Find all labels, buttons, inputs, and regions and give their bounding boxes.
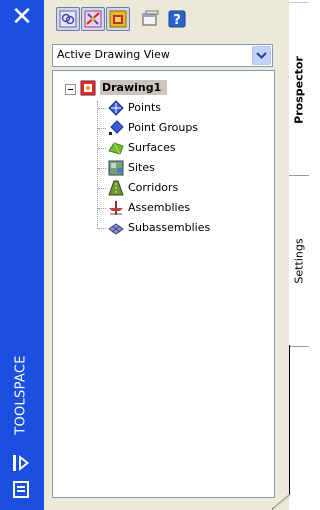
tab-prospector[interactable]: Prospector (289, 2, 309, 177)
resize-corner[interactable] (270, 480, 309, 510)
properties-button[interactable] (8, 480, 34, 500)
subassemblies-icon (108, 223, 124, 235)
tab-strip-edge (289, 345, 290, 495)
point-groups-icon (109, 120, 124, 135)
window-button[interactable] (138, 7, 162, 31)
corridors-icon (108, 180, 124, 196)
toolspace-window: ✕ TOOLSPACE ? Active Drawing View Drawin… (0, 0, 309, 510)
help-button[interactable]: ? (165, 7, 189, 31)
survey-button[interactable] (106, 7, 130, 31)
svg-text:?: ? (173, 13, 181, 28)
view-select[interactable]: Active Drawing View (52, 44, 273, 67)
surfaces-icon (108, 142, 124, 155)
properties-icon (13, 481, 29, 498)
points-icon (108, 100, 124, 116)
prospector-icon (84, 10, 102, 28)
help-icon: ? (168, 10, 186, 28)
drawing-icon (80, 80, 96, 96)
chevron-down-icon (256, 52, 267, 59)
close-button[interactable]: ✕ (5, 4, 39, 30)
toggle-icon (59, 10, 77, 28)
tab-settings[interactable]: Settings (289, 175, 309, 347)
tab-strip: Prospector Settings (289, 0, 309, 510)
view-select-value: Active Drawing View (57, 48, 170, 61)
tree-guide-line (97, 101, 98, 229)
dropdown-arrow-button[interactable] (252, 46, 271, 65)
prospector-button[interactable] (81, 7, 105, 31)
toggle-button[interactable] (56, 7, 80, 31)
sites-icon (108, 160, 124, 176)
survey-icon (109, 10, 127, 28)
auto-hide-button[interactable] (8, 453, 34, 473)
collapse-toggle[interactable] (65, 84, 76, 95)
titlebar: ✕ TOOLSPACE (0, 0, 44, 510)
main-panel: ? Active Drawing View Drawing1 Points Po… (44, 0, 289, 510)
assemblies-icon (109, 201, 123, 215)
window-icon (142, 10, 159, 26)
prospector-tree: Drawing1 Points Point Groups Surfaces Si… (52, 70, 275, 498)
auto-hide-icon (13, 455, 29, 471)
window-title: TOOLSPACE (13, 355, 29, 435)
close-icon: ✕ (11, 2, 33, 32)
